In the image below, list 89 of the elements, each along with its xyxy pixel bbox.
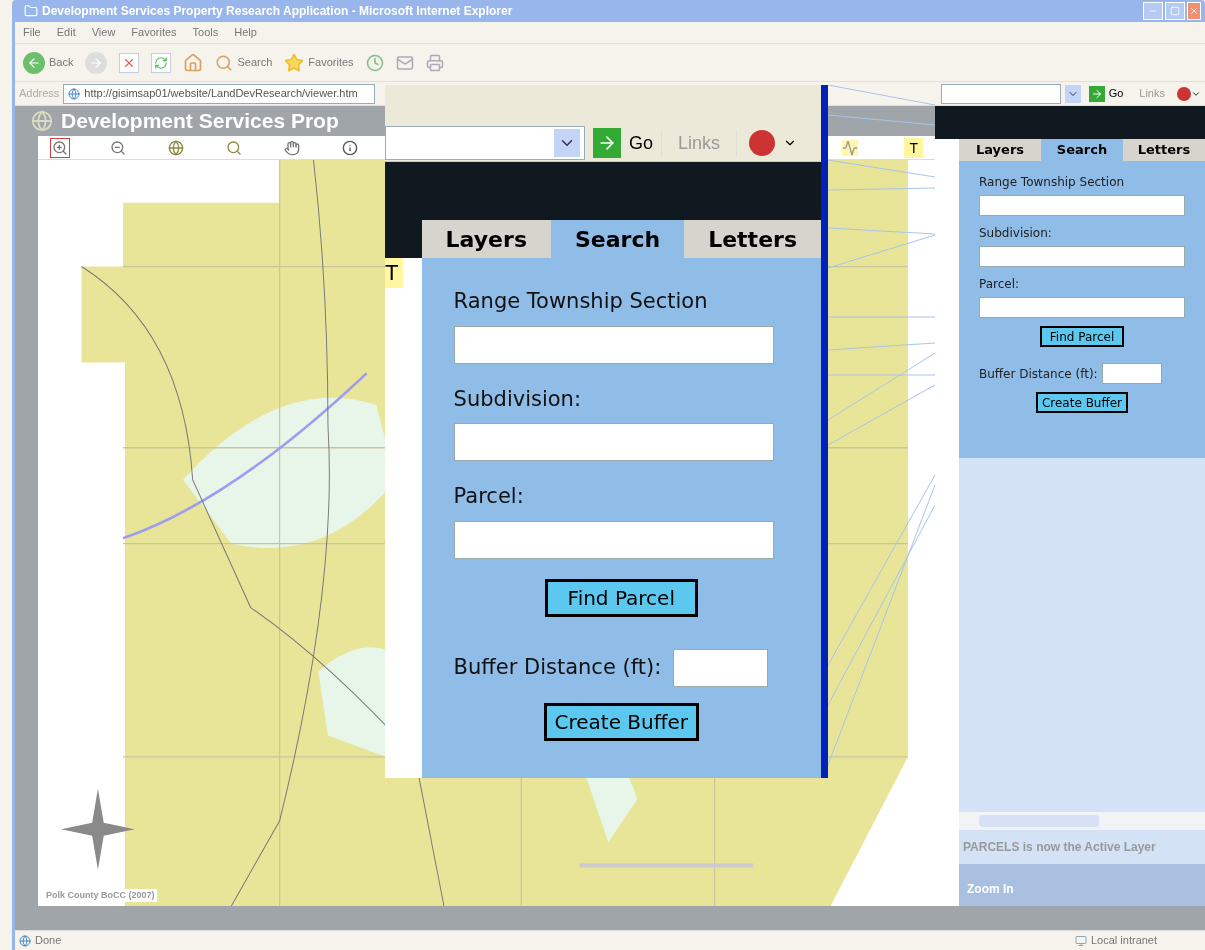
text-tool-button[interactable]: T (904, 137, 923, 158)
create-buffer-button[interactable]: Create Buffer (543, 702, 700, 741)
text-field[interactable] (453, 423, 774, 461)
menu-item[interactable]: Edit (56, 24, 76, 41)
text-field[interactable] (979, 246, 1185, 267)
create-buffer-button[interactable]: Create Buffer (1035, 392, 1129, 413)
info-icon (342, 139, 358, 156)
home-button[interactable] (183, 52, 204, 73)
find-parcel-button[interactable]: Find Parcel (1039, 326, 1125, 347)
minimize-button[interactable] (1143, 2, 1163, 20)
menu-item[interactable]: Tools (192, 24, 219, 41)
page-title: Development Services Prop (61, 108, 339, 135)
panel-tab[interactable]: Layers (959, 139, 1041, 161)
stop-button[interactable] (119, 52, 140, 73)
refresh-icon (154, 55, 169, 70)
field-label: Parcel: (979, 276, 1021, 293)
go-button[interactable]: Go (585, 128, 661, 158)
intranet-icon (1075, 934, 1087, 947)
pdf-icon (1177, 86, 1191, 101)
panel-tab[interactable]: Letters (684, 220, 821, 258)
zoom-out-icon (110, 139, 126, 156)
zoom-in-tool-button[interactable] (50, 137, 70, 158)
text-field[interactable] (979, 195, 1185, 216)
panel-tab[interactable]: Search (551, 220, 685, 258)
search-icon (215, 53, 234, 72)
field-label: Subdivision: (979, 225, 1053, 242)
panel-tab[interactable]: Layers (421, 220, 551, 258)
pdf-icon (749, 130, 776, 156)
app-logo-icon (31, 110, 53, 132)
favorites-button[interactable]: Favorites (284, 52, 354, 73)
hand-icon (284, 139, 300, 156)
text-field[interactable] (453, 325, 774, 364)
window-title: Development Services Property Research Application - Microsoft Internet Explorer (42, 3, 514, 20)
page-icon (19, 934, 31, 947)
forward-arrow-icon (89, 55, 104, 70)
search-button[interactable]: Search (215, 53, 273, 72)
buffer-distance-field[interactable] (1101, 363, 1162, 384)
printer-icon (425, 53, 444, 72)
buffer-distance-field[interactable] (673, 648, 769, 687)
menu-item[interactable]: Help (234, 24, 257, 41)
star-icon (284, 52, 305, 73)
mail-button[interactable] (395, 53, 414, 72)
menu-item[interactable]: File (23, 24, 41, 41)
zoom-in-icon (52, 139, 68, 156)
maximize-button[interactable] (1165, 2, 1185, 20)
find-parcel-button[interactable]: Find Parcel (544, 578, 698, 617)
maximize-icon (1170, 6, 1180, 16)
field-label: Range Township Section (453, 288, 709, 315)
menu-item[interactable]: Favorites (131, 24, 177, 41)
address-dropdown-button[interactable] (1064, 84, 1081, 103)
field-label: Parcel: (453, 483, 525, 510)
status-text: Done (35, 933, 63, 949)
home-icon (183, 52, 204, 73)
globe-icon (168, 139, 184, 156)
active-layer-message: PARCELS is now the Active Layer (962, 839, 1157, 856)
mail-icon (395, 53, 414, 72)
clock-icon (365, 53, 384, 72)
print-button[interactable] (425, 53, 444, 72)
go-button[interactable]: Go (1084, 85, 1128, 102)
panel-tab[interactable]: Search (1041, 139, 1123, 161)
pdf-button[interactable] (1177, 86, 1201, 101)
back-button[interactable]: Back (23, 51, 74, 74)
address-label: Address (19, 86, 60, 102)
horizontal-scrollbar[interactable] (959, 812, 1205, 830)
text-field[interactable] (979, 297, 1185, 318)
address-field[interactable] (385, 126, 585, 160)
chevron-down-icon (554, 129, 580, 157)
magnifier-icon (226, 139, 242, 156)
address-field-end[interactable] (940, 83, 1061, 104)
history-button[interactable] (365, 53, 384, 72)
field-label: Subdivision: (453, 385, 582, 413)
field-label: Range Township Section (979, 174, 1126, 191)
close-icon (1189, 6, 1199, 16)
text-field[interactable] (453, 520, 774, 559)
line-tool-button[interactable] (840, 137, 861, 158)
security-zone: Local intranet (1091, 933, 1159, 949)
buffer-distance-label: Buffer Distance (ft): (453, 653, 662, 681)
page-icon (68, 87, 81, 100)
panel-tab[interactable]: Letters (1123, 139, 1205, 161)
text-tool-button[interactable]: T (385, 258, 403, 288)
address-field[interactable]: http://gisimsap01/website/LandDevResearch/viewer.htm (63, 83, 376, 104)
close-button[interactable] (1187, 2, 1201, 20)
refresh-button[interactable] (151, 52, 172, 73)
current-tool-label: Zoom In (959, 864, 1205, 906)
forward-button[interactable] (85, 51, 108, 74)
buffer-distance-label: Buffer Distance (ft): (979, 365, 1098, 383)
menu-item[interactable]: View (91, 24, 116, 41)
window-icon (24, 4, 38, 18)
line-icon (842, 139, 859, 156)
